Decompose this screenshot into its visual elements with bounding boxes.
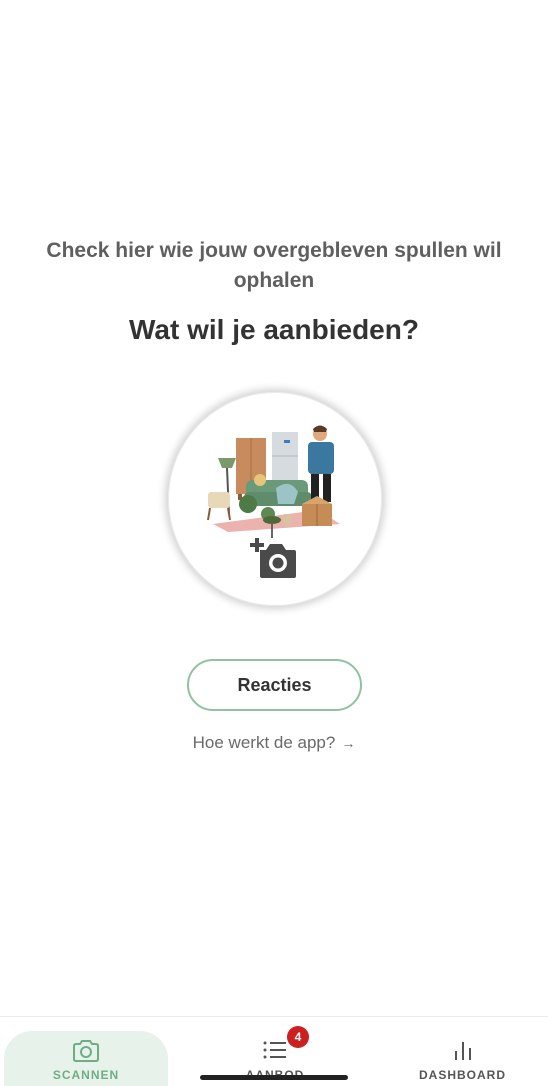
tab-dashboard-label: DASHBOARD	[419, 1068, 506, 1082]
how-it-works-link[interactable]: Hoe werkt de app? →	[0, 733, 548, 753]
list-icon	[263, 1041, 286, 1059]
aanbod-count-badge: 4	[287, 1026, 309, 1048]
how-it-works-label: Hoe werkt de app?	[192, 733, 336, 752]
tab-scannen-label: SCANNEN	[52, 1068, 120, 1082]
page-title: Wat wil je aanbieden?	[129, 314, 419, 345]
app-screen: Check hier wie jouw overgebleven spullen…	[0, 0, 548, 1086]
tab-scannen[interactable]: SCANNEN	[4, 1017, 168, 1086]
page-subtitle: Check hier wie jouw overgebleven spullen…	[46, 239, 502, 292]
home-indicator[interactable]	[200, 1075, 348, 1080]
bar-chart-icon	[454, 1042, 471, 1060]
scan-photo-button[interactable]	[168, 392, 382, 606]
arrow-right-icon: →	[341, 735, 356, 751]
camera-add-icon	[250, 538, 296, 578]
reacties-button[interactable]: Reacties	[187, 659, 362, 711]
camera-icon	[73, 1040, 99, 1062]
tab-dashboard[interactable]: DASHBOARD	[400, 1017, 525, 1086]
